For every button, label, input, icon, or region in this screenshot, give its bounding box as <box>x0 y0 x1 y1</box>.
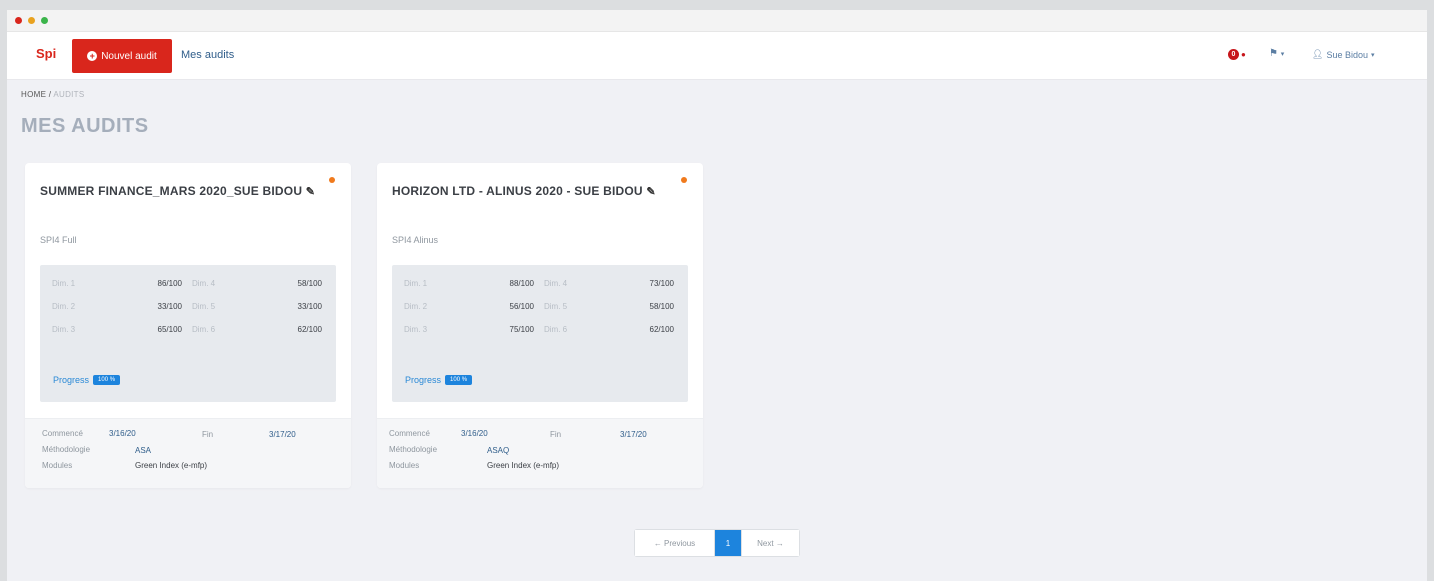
audit-subtitle: SPI4 Alinus <box>392 235 439 245</box>
modules-value: Green Index (e-mfp) <box>135 461 208 470</box>
close-window-button[interactable] <box>15 17 22 24</box>
score-label: Dim. 1 <box>52 279 76 288</box>
score-label: Dim. 6 <box>192 325 216 334</box>
title-bar <box>7 10 1427 32</box>
score-value: 62/100 <box>297 325 322 334</box>
started-value: 3/16/20 <box>461 429 488 438</box>
audit-title[interactable]: HORIZON LTD - ALINUS 2020 - SUE BIDOU ✎ <box>392 180 672 203</box>
score-value: 33/100 <box>157 302 182 311</box>
score-value: 73/100 <box>649 279 674 288</box>
score-label: Dim. 5 <box>544 302 568 311</box>
score-label: Dim. 4 <box>192 279 216 288</box>
progress-badge: 100 % <box>93 375 121 385</box>
progress-indicator: Progress 100 % <box>405 375 473 385</box>
scores-panel: Dim. 1 86/100 Dim. 4 58/100 Dim. 2 33/10… <box>40 265 336 402</box>
new-audit-button[interactable]: + Nouvel audit <box>72 39 172 73</box>
audit-subtitle: SPI4 Full <box>40 235 77 245</box>
started-label: Commencé <box>42 429 83 438</box>
modules-value: Green Index (e-mfp) <box>487 461 560 470</box>
score-value: 58/100 <box>649 302 674 311</box>
score-label: Dim. 2 <box>404 302 428 311</box>
previous-page-button[interactable]: ← Previous <box>635 530 715 556</box>
pencil-icon[interactable]: ✎ <box>646 181 655 203</box>
score-row: Dim. 1 88/100 Dim. 4 73/100 <box>392 279 688 299</box>
score-row: Dim. 2 56/100 Dim. 5 58/100 <box>392 302 688 322</box>
score-label: Dim. 2 <box>52 302 76 311</box>
score-value: 86/100 <box>157 279 182 288</box>
methodology-value: ASA <box>135 446 152 455</box>
scores-panel: Dim. 1 88/100 Dim. 4 73/100 Dim. 2 56/10… <box>392 265 688 402</box>
app-window: Spi + Nouvel audit Mes audits 0 ● ⚑ ▾ 👤︎… <box>7 10 1427 581</box>
status-dot-icon <box>329 177 335 183</box>
breadcrumb-separator: / <box>48 90 52 99</box>
audit-title-text: HORIZON LTD - ALINUS 2020 - SUE BIDOU <box>392 184 643 198</box>
page-title: MES AUDITS <box>21 115 149 137</box>
audit-card[interactable]: HORIZON LTD - ALINUS 2020 - SUE BIDOU ✎ … <box>377 163 703 488</box>
score-label: Dim. 1 <box>404 279 428 288</box>
flag-icon: ⚑ <box>1269 48 1278 59</box>
breadcrumb: HOME / AUDITS <box>21 90 85 99</box>
score-row: Dim. 1 86/100 Dim. 4 58/100 <box>40 279 336 299</box>
pagination: ← Previous 1 Next → <box>634 529 800 557</box>
card-footer: Commencé 3/16/20 Fin 3/17/20 Méthodologi… <box>377 418 703 488</box>
methodology-value: ASAQ <box>487 446 510 455</box>
progress-badge: 100 % <box>445 375 473 385</box>
end-value: 3/17/20 <box>620 430 647 439</box>
user-name: Sue Bidou <box>1326 49 1368 60</box>
score-label: Dim. 5 <box>192 302 216 311</box>
score-label: Dim. 6 <box>544 325 568 334</box>
bell-icon: ● <box>1241 50 1246 59</box>
started-value: 3/16/20 <box>109 429 136 438</box>
my-audits-link[interactable]: Mes audits <box>181 49 234 61</box>
page-1-button[interactable]: 1 <box>715 530 741 556</box>
methodology-label: Méthodologie <box>42 445 91 454</box>
modules-label: Modules <box>389 461 420 470</box>
score-value: 56/100 <box>509 302 534 311</box>
notification-count-badge: 0 <box>1228 49 1239 60</box>
end-label: Fin <box>550 430 562 439</box>
audit-title[interactable]: SUMMER FINANCE_MARS 2020_SUE BIDOU ✎ <box>40 180 320 203</box>
chevron-down-icon: ▾ <box>1280 51 1285 58</box>
pencil-icon[interactable]: ✎ <box>306 181 315 203</box>
user-menu[interactable]: 👤︎ Sue Bidou ▾ <box>1312 49 1375 60</box>
audit-title-text: SUMMER FINANCE_MARS 2020_SUE BIDOU <box>40 184 303 198</box>
progress-label: Progress <box>405 375 442 385</box>
started-label: Commencé <box>389 429 430 438</box>
breadcrumb-current: AUDITS <box>53 90 85 99</box>
score-value: 62/100 <box>649 325 674 334</box>
methodology-label: Méthodologie <box>389 445 438 454</box>
breadcrumb-home[interactable]: HOME <box>21 90 46 99</box>
next-page-button[interactable]: Next → <box>741 530 799 556</box>
score-value: 33/100 <box>297 302 322 311</box>
score-row: Dim. 3 75/100 Dim. 6 62/100 <box>392 325 688 345</box>
score-row: Dim. 2 33/100 Dim. 5 33/100 <box>40 302 336 322</box>
plus-circle-icon: + <box>87 51 98 61</box>
score-value: 75/100 <box>509 325 534 334</box>
top-navbar: Spi + Nouvel audit Mes audits 0 ● ⚑ ▾ 👤︎… <box>7 32 1427 80</box>
audit-card[interactable]: SUMMER FINANCE_MARS 2020_SUE BIDOU ✎ SPI… <box>25 163 351 488</box>
new-audit-label: Nouvel audit <box>101 50 157 62</box>
score-value: 88/100 <box>509 279 534 288</box>
progress-label: Progress <box>53 375 90 385</box>
chevron-down-icon: ▾ <box>1370 51 1375 59</box>
progress-indicator: Progress 100 % <box>53 375 121 385</box>
score-label: Dim. 3 <box>52 325 76 334</box>
status-dot-icon <box>681 177 687 183</box>
score-label: Dim. 3 <box>404 325 428 334</box>
brand-logo[interactable]: Spi <box>36 46 56 61</box>
card-footer: Commencé 3/16/20 Fin 3/17/20 Méthodologi… <box>25 418 351 488</box>
score-row: Dim. 3 65/100 Dim. 6 62/100 <box>40 325 336 345</box>
end-label: Fin <box>202 430 214 439</box>
score-value: 58/100 <box>297 279 322 288</box>
notifications-button[interactable]: 0 ● <box>1228 49 1246 60</box>
score-label: Dim. 4 <box>544 279 568 288</box>
end-value: 3/17/20 <box>269 430 296 439</box>
zoom-window-button[interactable] <box>41 17 48 24</box>
modules-label: Modules <box>42 461 73 470</box>
language-dropdown[interactable]: ⚑ ▾ <box>1269 48 1284 59</box>
score-value: 65/100 <box>157 325 182 334</box>
minimize-window-button[interactable] <box>28 17 35 24</box>
user-icon: 👤︎ <box>1312 49 1324 59</box>
